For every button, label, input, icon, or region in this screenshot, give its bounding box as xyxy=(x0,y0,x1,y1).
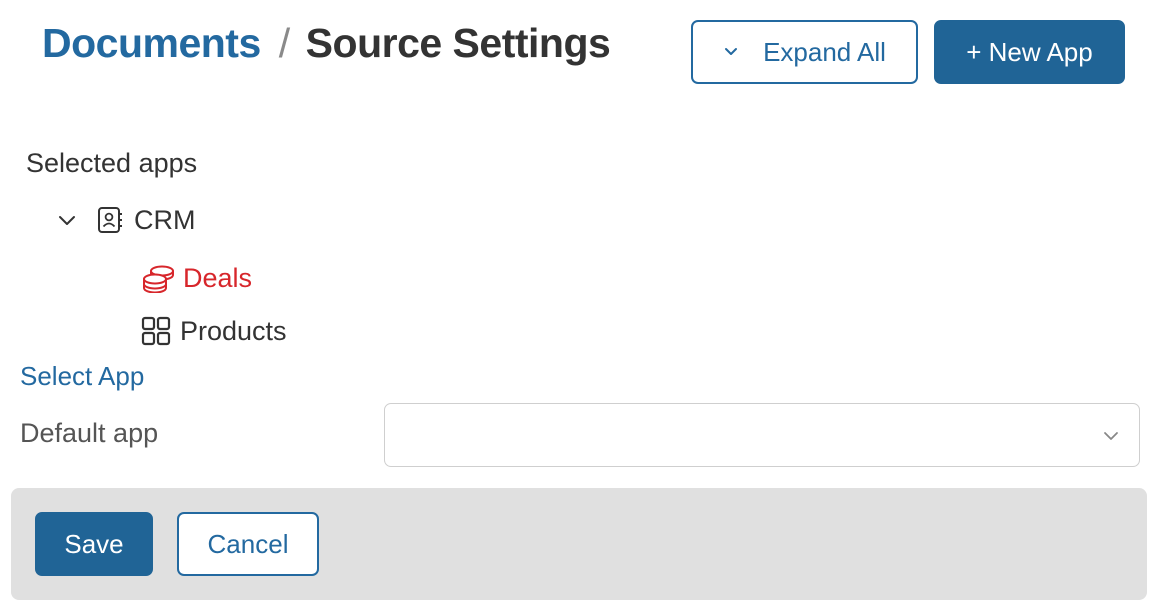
new-app-button[interactable]: + New App xyxy=(934,20,1125,84)
breadcrumb: Documents / Source Settings xyxy=(42,20,611,67)
contact-book-icon xyxy=(98,207,122,233)
cancel-label: Cancel xyxy=(207,528,289,559)
grid-icon xyxy=(141,316,171,346)
page-title: Source Settings xyxy=(305,20,611,66)
tree-item-label: Deals xyxy=(183,262,253,293)
cancel-button[interactable]: Cancel xyxy=(177,512,319,576)
tree-item-deals[interactable]: Deals xyxy=(141,259,252,297)
breadcrumb-documents-link[interactable]: Documents xyxy=(42,20,261,66)
chevron-down-icon[interactable] xyxy=(56,209,78,231)
save-button[interactable]: Save xyxy=(35,512,153,576)
default-app-label: Default app xyxy=(20,418,159,448)
tree-group-label: CRM xyxy=(134,204,196,235)
tree-item-label: Products xyxy=(180,315,287,346)
selected-apps-heading: Selected apps xyxy=(26,148,198,178)
coins-stack-icon xyxy=(143,265,174,293)
chevron-down-icon xyxy=(1104,432,1118,440)
default-app-select[interactable] xyxy=(384,403,1140,467)
select-app-link[interactable]: Select App xyxy=(20,361,144,392)
expand-all-label: Expand All xyxy=(763,36,886,67)
expand-all-button[interactable]: Expand All xyxy=(691,20,918,84)
breadcrumb-separator: / xyxy=(278,20,290,66)
new-app-label: + New App xyxy=(966,36,1093,67)
save-label: Save xyxy=(64,528,124,559)
tree-group-crm[interactable]: CRM xyxy=(56,201,196,239)
tree-item-products[interactable]: Products xyxy=(140,312,287,350)
chevron-down-icon xyxy=(725,48,738,55)
